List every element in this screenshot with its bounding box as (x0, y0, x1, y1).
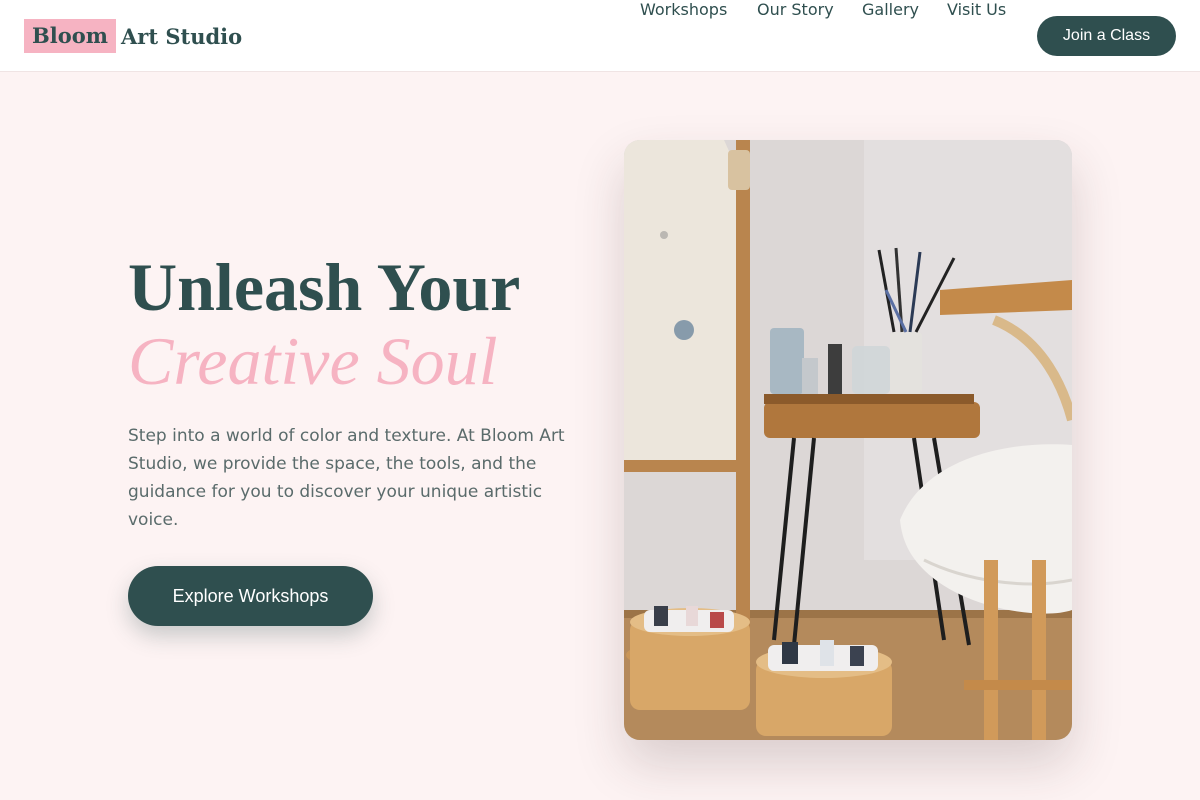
nav-link-gallery[interactable]: Gallery (862, 0, 919, 19)
hero-photo (624, 140, 1072, 740)
hero-description: Step into a world of color and texture. … (128, 426, 565, 530)
nav-link-workshops[interactable]: Workshops (640, 0, 727, 19)
studio-photo-illustration (624, 140, 1072, 740)
nav-link-our-story[interactable]: Our Story (757, 0, 834, 19)
hero-title: Unleash Your (128, 249, 521, 325)
join-class-button[interactable]: Join a Class (1037, 16, 1176, 56)
brand-name-rest: Art Studio (120, 23, 243, 49)
brand-name-highlight: Bloom (24, 19, 116, 53)
explore-workshops-button[interactable]: Explore Workshops (128, 566, 373, 626)
brand-logo[interactable]: Bloom Art Studio (24, 19, 242, 53)
site-header: Bloom Art Studio Workshops Our Story Gal… (0, 0, 1200, 72)
hero-title-accent: Creative Soul (128, 323, 498, 399)
nav-link-visit-us[interactable]: Visit Us (947, 0, 1006, 19)
